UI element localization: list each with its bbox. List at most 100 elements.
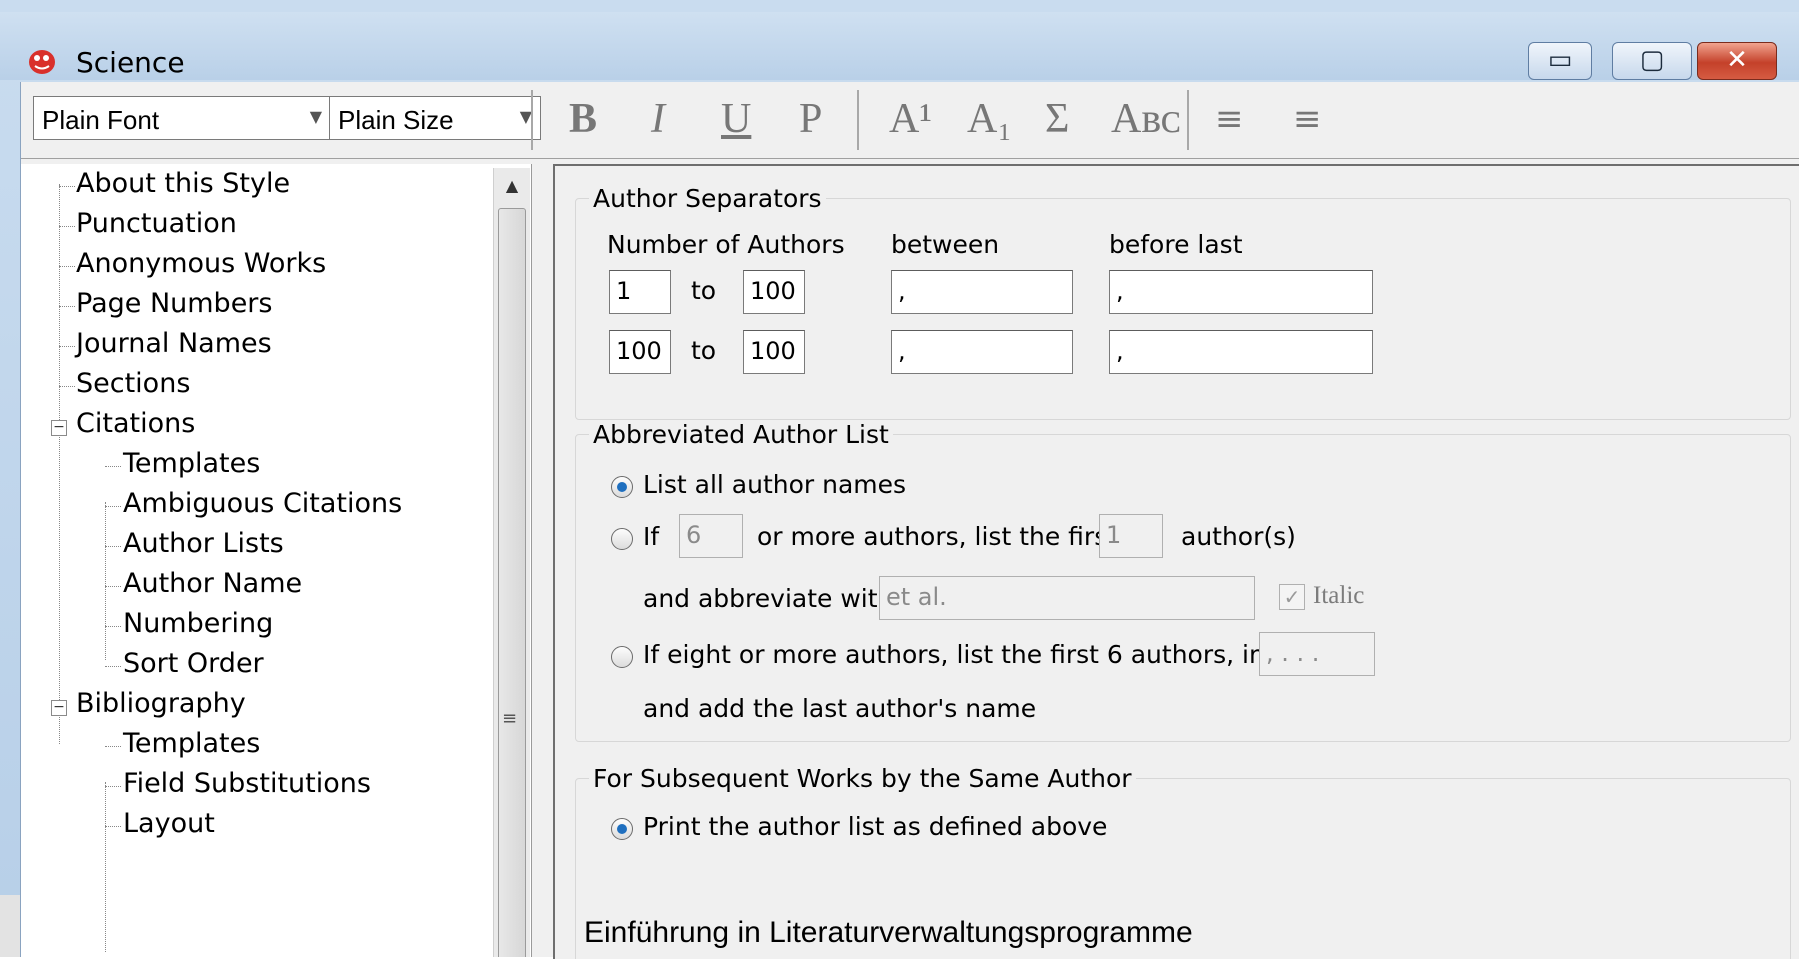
bold-button[interactable]: B (569, 96, 597, 142)
font-combo[interactable]: Plain Font ▼ (33, 96, 331, 140)
toolbar-divider (531, 90, 533, 150)
app-icon (29, 50, 55, 74)
format-toolbar: Plain Font ▼ Plain Size ▼ B I U P A¹ A₁ … (21, 82, 1799, 159)
close-button[interactable]: ✕ (1697, 42, 1777, 80)
collapse-icon[interactable]: − (51, 420, 67, 436)
before-last-field[interactable]: , (1109, 330, 1373, 374)
between-field[interactable]: , (891, 330, 1073, 374)
abbreviated-author-list-title: Abbreviated Author List (589, 420, 893, 449)
tree-item-field-substitutions[interactable]: Field Substitutions (123, 768, 371, 799)
superscript-button[interactable]: A¹ (889, 96, 932, 142)
tree-item-about[interactable]: About this Style (76, 168, 290, 199)
or-more-label: or more authors, list the first (757, 522, 1118, 551)
tree-item-page-numbers[interactable]: Page Numbers (76, 288, 272, 319)
align-center-icon[interactable]: ≡ (1293, 96, 1322, 142)
eight-or-more-radio[interactable] (611, 646, 633, 668)
tree-item-numbering[interactable]: Numbering (123, 608, 273, 639)
tree-item-layout[interactable]: Layout (123, 808, 215, 839)
abbreviate-with-field[interactable]: et al. (879, 576, 1255, 620)
tree-line (105, 782, 106, 952)
close-icon: ✕ (1726, 45, 1748, 75)
print-author-list-label[interactable]: Print the author list as defined above (643, 812, 1107, 841)
to-label: to (691, 276, 717, 305)
plain-button[interactable]: P (799, 96, 822, 142)
tree-connector (105, 546, 121, 547)
list-all-radio[interactable] (611, 476, 633, 498)
author-separators-title: Author Separators (589, 184, 826, 213)
to-authors-field[interactable]: 100 (743, 270, 805, 314)
slide-caption: Einführung in Literaturverwaltungsprogra… (584, 916, 1193, 949)
authors-suffix-label: author(s) (1181, 522, 1296, 551)
add-last-author-label: and add the last author's name (643, 694, 1037, 723)
collapse-icon[interactable]: − (51, 700, 67, 716)
before-last-field[interactable]: , (1109, 270, 1373, 314)
size-combo-value: Plain Size (338, 105, 454, 135)
scrollbar-thumb[interactable] (498, 208, 526, 957)
tree-item-author-lists[interactable]: Author Lists (123, 528, 284, 559)
list-all-label[interactable]: List all author names (643, 470, 906, 499)
tree-connector (59, 266, 75, 267)
small-caps-button[interactable]: Aʙᴄ (1111, 96, 1181, 142)
desktop-edge (0, 895, 20, 957)
tree-item-bibliography[interactable]: Bibliography (76, 688, 246, 719)
maximize-icon: ▢ (1639, 45, 1665, 75)
italic-checkbox[interactable]: ✓ (1279, 584, 1305, 610)
tree-item-citations[interactable]: Citations (76, 408, 195, 439)
settings-panel: Author Separators Number of Authors betw… (553, 164, 1799, 959)
symbol-button[interactable]: Σ (1045, 96, 1069, 142)
chevron-down-icon: ▼ (309, 107, 322, 126)
tree-connector (105, 466, 121, 467)
client-area: Plain Font ▼ Plain Size ▼ B I U P A¹ A₁ … (20, 82, 1799, 959)
align-left-icon[interactable]: ≡ (1215, 96, 1244, 142)
list-first-radio[interactable] (611, 528, 633, 550)
toolbar-divider (1187, 90, 1189, 150)
abbreviate-with-label: and abbreviate with: (643, 584, 902, 613)
tree-item-journal-names[interactable]: Journal Names (76, 328, 272, 359)
to-authors-field[interactable]: 100 (743, 330, 805, 374)
from-authors-field[interactable]: 100 (609, 330, 671, 374)
to-label: to (691, 336, 717, 365)
title-bar[interactable]: Science ▭ ▢ ✕ (0, 12, 1799, 80)
tree-connector (105, 626, 121, 627)
scroll-up-icon[interactable]: ▲ (494, 168, 530, 204)
tree-connector (59, 226, 75, 227)
subsequent-works-title: For Subsequent Works by the Same Author (589, 764, 1136, 793)
minimize-button[interactable]: ▭ (1528, 42, 1592, 80)
tree-connector (59, 386, 75, 387)
first-authors-field[interactable]: 1 (1099, 514, 1163, 558)
tree-connector (105, 746, 121, 747)
tree-item-sections[interactable]: Sections (76, 368, 190, 399)
toolbar-divider (857, 90, 859, 150)
italic-button[interactable]: I (651, 96, 665, 142)
tree-item-punctuation[interactable]: Punctuation (76, 208, 237, 239)
tree-item-bibliography-templates[interactable]: Templates (123, 728, 260, 759)
tree-item-sort-order[interactable]: Sort Order (123, 648, 264, 679)
tree-item-ambiguous-citations[interactable]: Ambiguous Citations (123, 488, 402, 519)
tree-connector (105, 786, 121, 787)
min-authors-field[interactable]: 6 (679, 514, 743, 558)
tree-connector (105, 666, 121, 667)
size-combo[interactable]: Plain Size ▼ (329, 96, 541, 140)
tree-item-author-name[interactable]: Author Name (123, 568, 302, 599)
number-of-authors-label: Number of Authors (607, 230, 845, 259)
print-author-list-radio[interactable] (611, 818, 633, 840)
tree-scrollbar[interactable]: ▲ ≡ (493, 168, 530, 957)
grip-icon: ≡ (502, 708, 518, 729)
tree-connector (59, 306, 75, 307)
between-field[interactable]: , (891, 270, 1073, 314)
from-authors-field[interactable]: 1 (609, 270, 671, 314)
before-last-label: before last (1109, 230, 1243, 259)
tree-connector (105, 506, 121, 507)
window-title: Science (76, 46, 185, 79)
italic-label: Italic (1313, 582, 1365, 609)
insert-field[interactable]: , . . . (1259, 632, 1375, 676)
underline-button[interactable]: U (721, 96, 751, 142)
style-tree-panel: About this Style Punctuation Anonymous W… (21, 164, 532, 957)
maximize-button[interactable]: ▢ (1612, 42, 1692, 80)
subscript-button[interactable]: A₁ (967, 96, 1012, 142)
tree-item-anonymous[interactable]: Anonymous Works (76, 248, 326, 279)
tree-connector (59, 346, 75, 347)
tree-item-citation-templates[interactable]: Templates (123, 448, 260, 479)
eight-or-more-label[interactable]: If eight or more authors, list the first… (643, 640, 1322, 669)
tree-line (59, 184, 60, 744)
